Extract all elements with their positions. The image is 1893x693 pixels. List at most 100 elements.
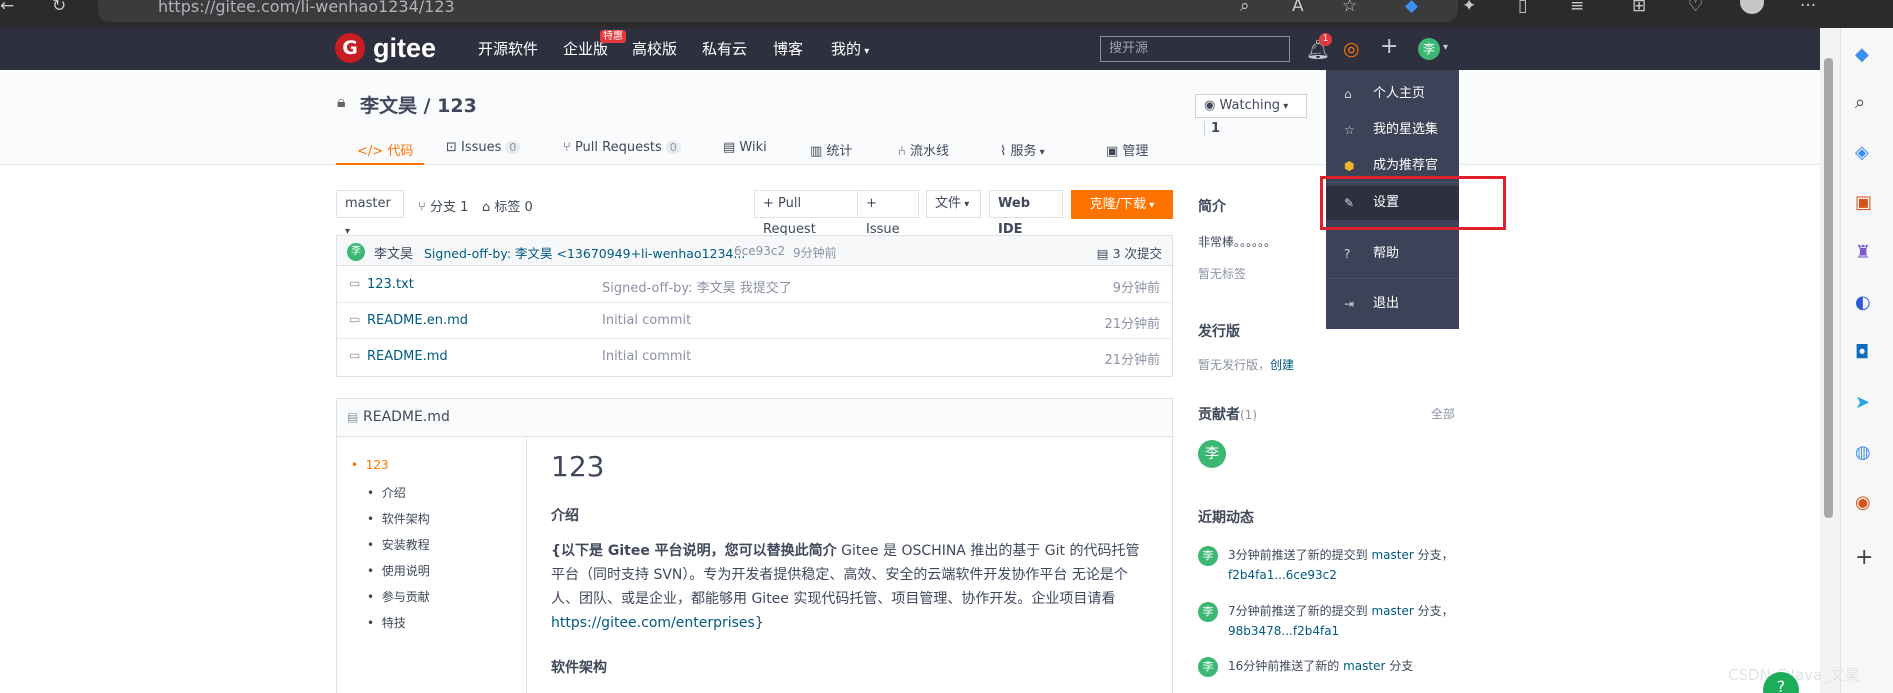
send-icon[interactable]: ➤	[1855, 392, 1870, 413]
menu-item-logout[interactable]: ⇥ 退出	[1326, 287, 1459, 321]
file-time: 9分钟前	[1112, 281, 1160, 296]
pull-request-button[interactable]: + Pull Request	[754, 190, 858, 237]
activity-branch-link[interactable]: master	[1371, 604, 1413, 618]
tab-stats-label: 统计	[826, 144, 853, 159]
file-commit-message[interactable]: Initial commit	[602, 349, 691, 364]
activity-branch-link[interactable]: master	[1343, 659, 1385, 673]
activity-branch-link[interactable]: master	[1371, 548, 1413, 562]
plus-icon[interactable]: +	[1380, 34, 1398, 59]
collections-icon[interactable]: ⊞	[1632, 0, 1646, 15]
file-menu-button[interactable]: 文件 ▾	[926, 190, 981, 218]
readme-filename[interactable]: README.md	[363, 409, 450, 425]
chess-icon[interactable]: ♜	[1855, 242, 1871, 263]
favorite-star-icon[interactable]: ☆	[1342, 0, 1357, 15]
briefcase-icon[interactable]: ▣	[1855, 192, 1872, 213]
activity-tail: 分支，	[1413, 604, 1454, 618]
eye-icon: ◉	[1204, 98, 1220, 113]
scrollbar-thumb[interactable]	[1824, 58, 1833, 518]
toc-item[interactable]: • 软件架构	[367, 510, 430, 527]
tags-link[interactable]: ⌂ 标签 0	[482, 196, 533, 215]
logout-icon: ⇥	[1344, 297, 1355, 311]
nav-open-source[interactable]: 开源软件	[478, 38, 538, 59]
activity-commit-range[interactable]: f2b4fa1...6ce93c2	[1228, 568, 1337, 582]
file-name[interactable]: 123.txt	[367, 277, 414, 292]
reload-icon[interactable]: ↻	[52, 0, 66, 15]
game-icon[interactable]: ◍	[1855, 442, 1871, 463]
copilot-icon[interactable]: ◆	[1855, 44, 1869, 65]
tab-wiki[interactable]: ▤ Wiki	[723, 140, 767, 155]
commit-message[interactable]: Signed-off-by: 李文昊 <13670949+li-wenhao12…	[424, 243, 745, 262]
menu-item-starred[interactable]: ☆ 我的星选集	[1326, 113, 1459, 147]
toc-item[interactable]: • 参与贡献	[367, 588, 430, 605]
drop-icon[interactable]: ◉	[1855, 492, 1871, 513]
tab-issues[interactable]: ⊡ Issues 0	[446, 140, 521, 155]
watch-button[interactable]: ◉ Watching ▾ 1	[1195, 94, 1307, 136]
commit-hash[interactable]: 6ce93c2	[734, 244, 785, 258]
file-commit-message[interactable]: Signed-off-by: 李文昊 我提交了	[602, 277, 792, 296]
file-time: 21分钟前	[1104, 353, 1160, 368]
enterprise-link[interactable]: https://gitee.com/enterprises	[551, 615, 755, 631]
new-issue-button[interactable]: + Issue	[857, 190, 919, 237]
gitee-logo-mark: G	[335, 33, 365, 63]
toc-item[interactable]: • 介绍	[367, 484, 406, 501]
activity-commit-range[interactable]: 98b3478...f2b4fa1	[1228, 624, 1339, 638]
nav-university[interactable]: 高校版	[632, 38, 677, 59]
toc-item[interactable]: • 安装教程	[367, 536, 430, 553]
commit-count-link[interactable]: ▤ 3 次提交	[1097, 243, 1162, 262]
branch-select[interactable]: master ▾	[336, 190, 404, 237]
web-ide-button[interactable]: Web IDE	[989, 190, 1063, 237]
tab-services[interactable]: ⌇ 服务 ▾	[1000, 140, 1045, 159]
nav-mine[interactable]: 我的 ▾	[831, 38, 869, 59]
toc-item[interactable]: • 使用说明	[367, 562, 430, 579]
menu-item-profile[interactable]: ⌂ 个人主页	[1326, 77, 1459, 111]
read-aloud-icon[interactable]: A	[1292, 0, 1304, 15]
chart-icon: ▥	[810, 144, 827, 159]
gitee-logo[interactable]: G gitee	[335, 32, 436, 64]
extension-icon[interactable]: ◆	[1405, 0, 1418, 15]
file-commit-message[interactable]: Initial commit	[602, 313, 691, 328]
chevron-down-icon[interactable]: ▾	[1443, 42, 1448, 53]
nav-private-cloud[interactable]: 私有云	[702, 38, 747, 59]
tag-icon[interactable]: ◈	[1855, 142, 1869, 163]
outlook-icon[interactable]: ◘	[1855, 342, 1869, 363]
tab-code[interactable]: </> 代码	[357, 140, 413, 159]
help-icon: ?	[1344, 247, 1351, 261]
activity-tail: 分支	[1385, 659, 1414, 673]
file-row[interactable]: ▭ README.md Initial commit 21分钟前	[337, 339, 1172, 375]
clone-download-button[interactable]: 克隆/下载 ▾	[1071, 190, 1173, 219]
tab-pull-requests[interactable]: ⑂ Pull Requests 0	[563, 140, 681, 155]
more-icon[interactable]: ···	[1800, 0, 1816, 15]
file-row[interactable]: ▭ 123.txt Signed-off-by: 李文昊 我提交了 9分钟前	[337, 267, 1172, 303]
search-input[interactable]: 搜开源	[1100, 36, 1290, 62]
toc-item[interactable]: • 特技	[367, 614, 406, 631]
nav-blog[interactable]: 博客	[773, 38, 803, 59]
menu-item-help[interactable]: ? 帮助	[1326, 237, 1459, 271]
branches-link[interactable]: ⑂ 分支 1	[418, 196, 468, 215]
contributor-avatar[interactable]: 李	[1198, 440, 1226, 468]
repo-title[interactable]: 李文昊 / 123	[360, 91, 477, 118]
create-release-link[interactable]: 创建	[1270, 358, 1294, 372]
split-screen-icon[interactable]: ▯	[1518, 0, 1527, 15]
tab-pipeline[interactable]: ⑃ 流水线	[898, 140, 949, 159]
zoom-icon[interactable]: ⌕	[1240, 0, 1250, 15]
file-name[interactable]: README.md	[367, 349, 448, 364]
favorites-list-icon[interactable]: ≡	[1570, 0, 1584, 15]
file-name[interactable]: README.en.md	[367, 313, 468, 328]
back-icon[interactable]: ←	[0, 0, 14, 15]
file-row[interactable]: ▭ README.en.md Initial commit 21分钟前	[337, 303, 1172, 339]
user-avatar[interactable]: 李	[1418, 38, 1440, 60]
contributors-all-link[interactable]: 全部	[1431, 405, 1455, 422]
lightbulb-icon[interactable]: ◎	[1343, 38, 1360, 60]
toc-item[interactable]: • 123	[351, 458, 389, 472]
commit-author[interactable]: 李文昊	[374, 243, 413, 262]
address-bar[interactable]: https://gitee.com/li-wenhao1234/123	[98, 0, 1458, 22]
tab-manage[interactable]: ▣ 管理	[1106, 140, 1148, 159]
copilot-app-icon[interactable]: ◐	[1855, 292, 1871, 313]
wiki-icon: ▤	[723, 140, 740, 155]
puzzle-icon[interactable]: ✦	[1462, 0, 1476, 15]
search-icon[interactable]: ⌕	[1855, 92, 1865, 113]
tab-stats[interactable]: ▥ 统计	[810, 140, 852, 159]
add-icon[interactable]: +	[1855, 545, 1873, 570]
performance-icon[interactable]: ♡	[1688, 0, 1703, 15]
file-icon: ▭	[349, 348, 361, 362]
